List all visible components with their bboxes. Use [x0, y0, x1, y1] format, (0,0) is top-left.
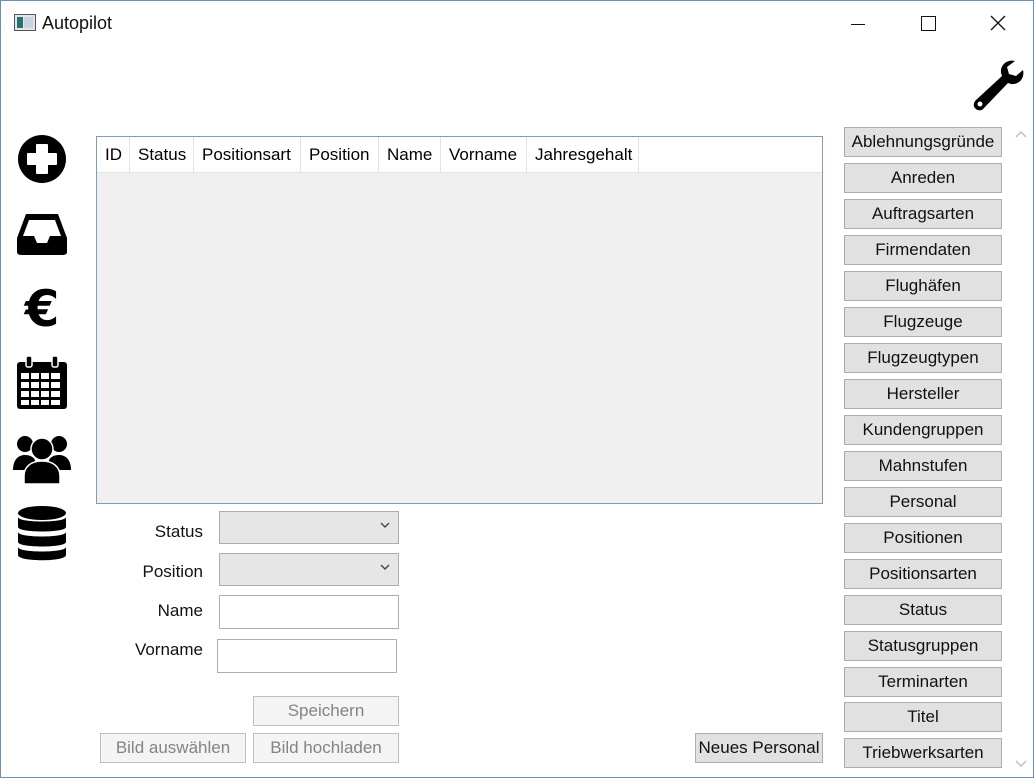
- sidebar-item-triebwerksarten[interactable]: Triebwerksarten: [844, 738, 1002, 768]
- scroll-down-icon[interactable]: [1013, 755, 1029, 771]
- minimize-button[interactable]: [823, 1, 893, 45]
- position-combobox[interactable]: [219, 553, 399, 586]
- sidebar-item-personal[interactable]: Personal: [844, 487, 1002, 517]
- vorname-input[interactable]: [217, 639, 397, 673]
- sidebar-scrollbar[interactable]: [1009, 121, 1033, 777]
- nav-database[interactable]: [13, 504, 71, 562]
- nav-finance[interactable]: €: [13, 279, 71, 337]
- nav-personnel[interactable]: [13, 429, 71, 487]
- minimize-icon: [851, 23, 865, 25]
- chevron-down-icon: [380, 564, 390, 570]
- sidebar-item-positionsarten[interactable]: Positionsarten: [844, 559, 1002, 589]
- euro-icon: €: [24, 284, 60, 332]
- sidebar-item-firmendaten[interactable]: Firmendaten: [844, 235, 1002, 265]
- personnel-grid[interactable]: ID Status Positionsart Position Name Vor…: [96, 136, 823, 504]
- chevron-down-icon: [380, 522, 390, 528]
- sidebar-item-positionen[interactable]: Positionen: [844, 523, 1002, 553]
- window-title: Autopilot: [42, 13, 113, 33]
- select-image-button[interactable]: Bild auswählen: [100, 733, 246, 763]
- title-bar: Autopilot: [1, 1, 1033, 47]
- sidebar-item-flughaefen[interactable]: Flughäfen: [844, 271, 1002, 301]
- nav-inbox[interactable]: [13, 205, 71, 263]
- new-personal-button[interactable]: Neues Personal: [695, 733, 823, 763]
- sidebar-item-mahnstufen[interactable]: Mahnstufen: [844, 451, 1002, 481]
- close-button[interactable]: [963, 1, 1033, 45]
- settings-button[interactable]: [971, 58, 1025, 112]
- position-label: Position: [142, 562, 203, 581]
- add-circle-icon: [18, 135, 66, 183]
- sidebar-item-auftragsarten[interactable]: Auftragsarten: [844, 199, 1002, 229]
- sidebar-item-status[interactable]: Status: [844, 595, 1002, 625]
- vorname-label: Vorname: [134, 640, 203, 659]
- close-icon: [990, 15, 1006, 31]
- app-window: Autopilot € ID Status Positionsart Posit…: [0, 0, 1034, 778]
- inbox-icon: [17, 214, 67, 255]
- sidebar-item-statusgruppen[interactable]: Statusgruppen: [844, 631, 1002, 661]
- svg-text:€: €: [24, 284, 60, 332]
- column-header-vorname[interactable]: Vorname: [441, 137, 527, 173]
- status-combobox[interactable]: [219, 511, 399, 544]
- column-header-id[interactable]: ID: [97, 137, 130, 173]
- sidebar-item-anreden[interactable]: Anreden: [844, 163, 1002, 193]
- calendar-icon: [17, 356, 67, 409]
- name-label: Name: [157, 601, 203, 620]
- sidebar-item-kundengruppen[interactable]: Kundengruppen: [844, 415, 1002, 445]
- sidebar-item-flugzeuge[interactable]: Flugzeuge: [844, 307, 1002, 337]
- column-header-positionsart[interactable]: Positionsart: [194, 137, 301, 173]
- maximize-button[interactable]: [893, 1, 963, 45]
- save-button[interactable]: Speichern: [253, 696, 399, 726]
- sidebar-item-ablehnungsgruende[interactable]: Ablehnungsgründe: [844, 127, 1002, 157]
- maximize-icon: [920, 15, 936, 31]
- scroll-up-icon[interactable]: [1013, 127, 1029, 143]
- nav-add[interactable]: [13, 130, 71, 188]
- sidebar-item-hersteller[interactable]: Hersteller: [844, 379, 1002, 409]
- database-icon: [18, 506, 66, 561]
- status-label: Status: [154, 522, 203, 541]
- users-icon: [13, 436, 71, 484]
- sidebar-item-flugzeugtypen[interactable]: Flugzeugtypen: [844, 343, 1002, 373]
- column-header-jahresgehalt[interactable]: Jahresgehalt: [527, 137, 639, 173]
- sidebar-item-titel[interactable]: Titel: [844, 702, 1002, 732]
- grid-header: ID Status Positionsart Position Name Vor…: [97, 137, 822, 173]
- name-input[interactable]: [219, 595, 399, 629]
- sidebar-item-terminarten[interactable]: Terminarten: [844, 667, 1002, 697]
- column-header-status[interactable]: Status: [130, 137, 194, 173]
- app-icon: [14, 14, 36, 31]
- nav-calendar[interactable]: [13, 354, 71, 412]
- upload-image-button[interactable]: Bild hochladen: [253, 733, 399, 763]
- column-header-name[interactable]: Name: [379, 137, 441, 173]
- column-header-filler: [639, 137, 822, 173]
- wrench-icon: [973, 60, 1024, 111]
- column-header-position[interactable]: Position: [301, 137, 379, 173]
